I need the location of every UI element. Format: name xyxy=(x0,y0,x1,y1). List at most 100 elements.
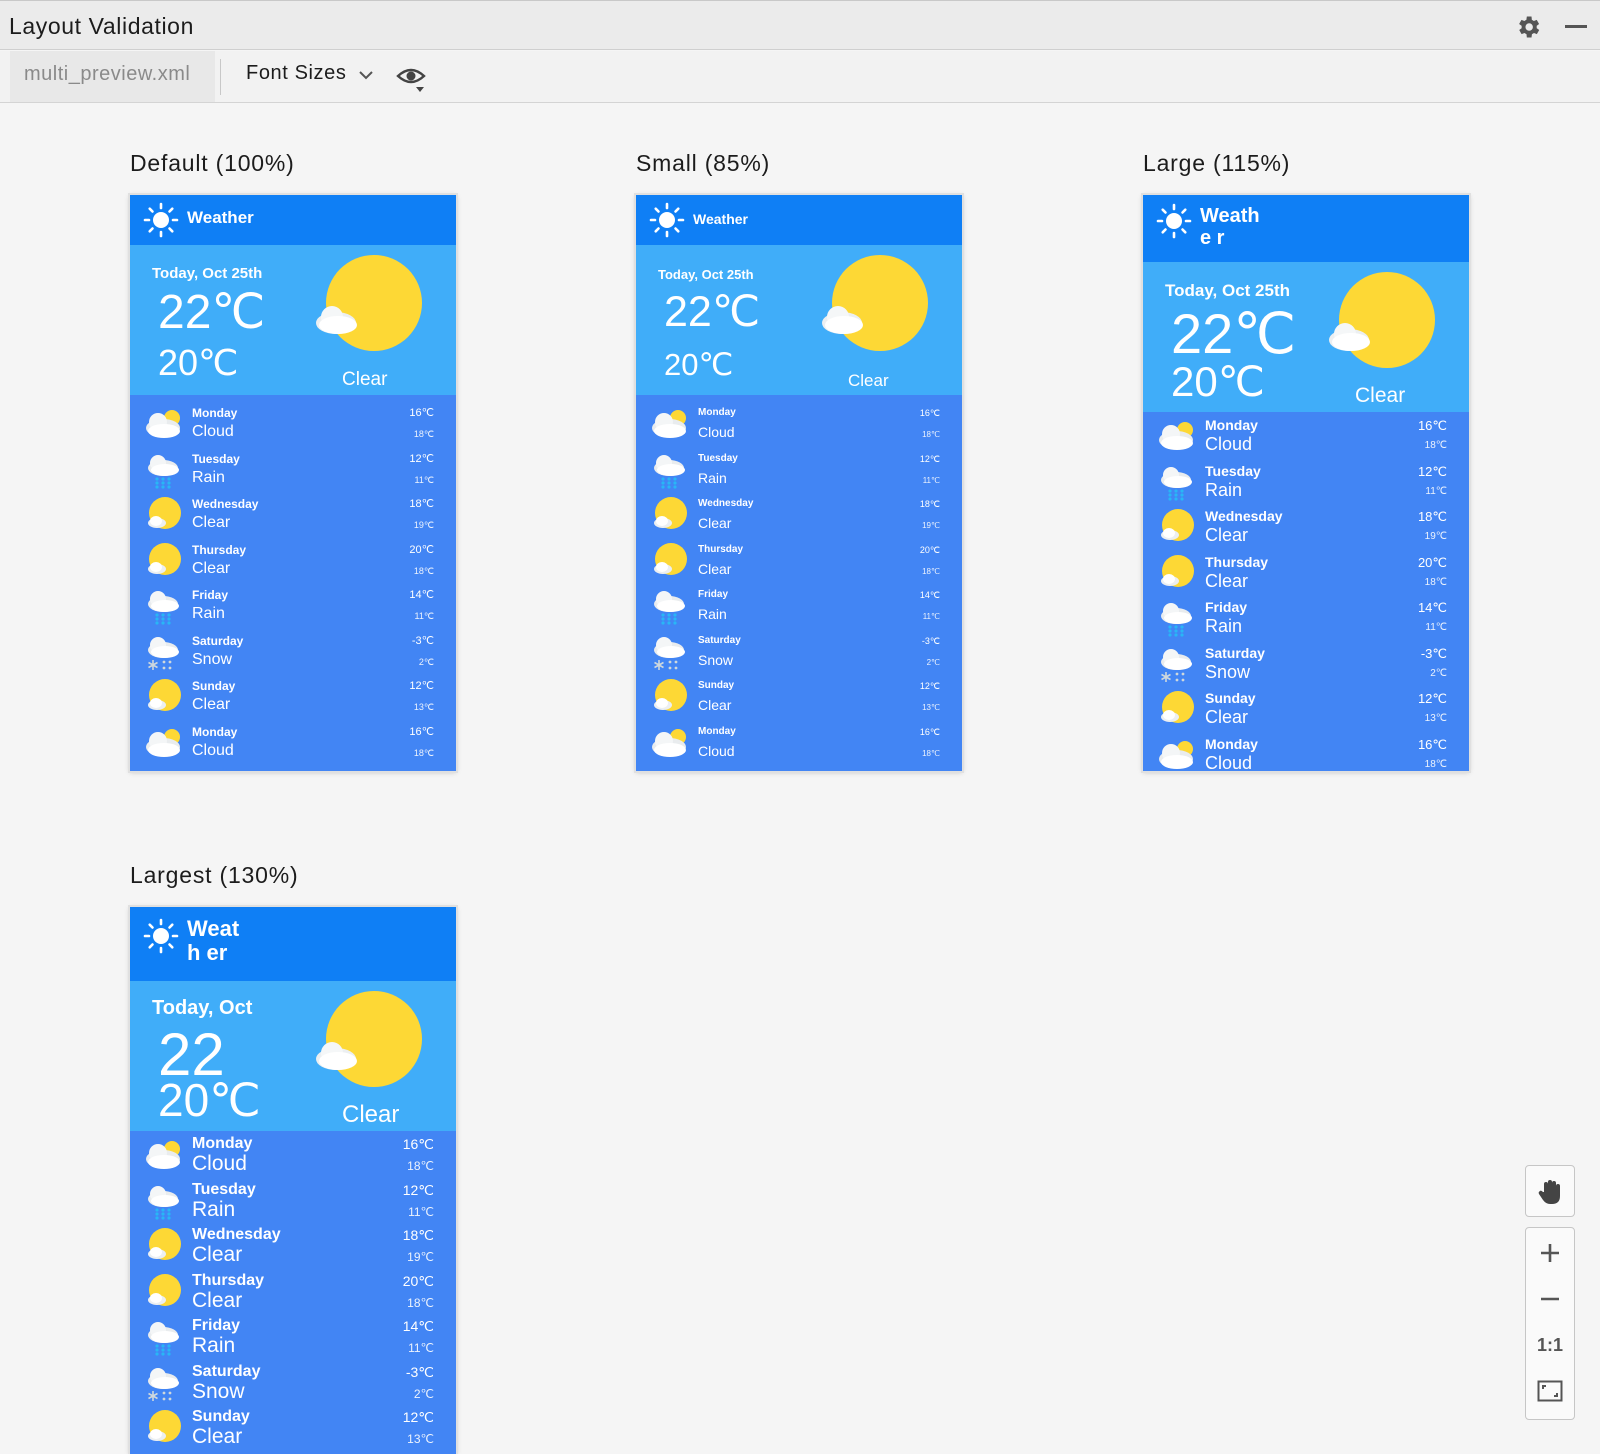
forecast-condition: Rain xyxy=(698,606,727,622)
forecast-day: Thursday xyxy=(698,543,744,555)
forecast-day: Thursday xyxy=(1205,553,1269,570)
forecast-day: Tuesday xyxy=(192,1180,256,1198)
forecast-day: Friday xyxy=(192,1317,241,1334)
zoom-button-group: 1:1 xyxy=(1525,1227,1575,1420)
clear-weather-icon xyxy=(148,679,181,711)
weather-app-preview[interactable]: Weathe r Today, Oct 25th 22℃ 20℃ Clear M… xyxy=(1143,195,1469,771)
forecast-row: Monday Cloud 16℃ 18℃ xyxy=(130,1450,456,1454)
forecast-row: Sunday Clear 12℃ 13℃ xyxy=(636,673,962,719)
forecast-row: Sunday Clear 12℃ 13℃ xyxy=(130,673,456,719)
clear-weather-icon xyxy=(654,497,687,529)
tool-window-title: Layout Validation xyxy=(9,13,194,39)
sun-icon xyxy=(1329,272,1435,368)
forecast-day: Monday xyxy=(1205,735,1258,752)
font-sizes-dropdown[interactable]: Font Sizes xyxy=(246,62,346,85)
today-low-temp: 20℃ xyxy=(158,1074,261,1126)
forecast-row: Monday Cloud 16℃ 18℃ xyxy=(636,400,962,446)
clear-weather-icon xyxy=(148,497,181,529)
forecast-day: Tuesday xyxy=(192,451,240,466)
weather-app-preview[interactable]: Weather Today, Oct 25th 22℃ 20℃ Clear Mo… xyxy=(130,195,456,771)
fit-screen-button[interactable] xyxy=(1526,1368,1574,1414)
weather-app-preview[interactable]: Weath er Today, Oct 22 20℃ Clear Monday … xyxy=(130,907,456,1454)
forecast-low: 18℃ xyxy=(407,1159,434,1173)
forecast-list: Monday Cloud 16℃ 18℃ Tuesday Rain 12℃ 11… xyxy=(636,395,962,771)
sun-icon xyxy=(143,202,179,238)
forecast-high: 18℃ xyxy=(919,499,940,509)
forecast-row: Monday Cloud 16℃ 18℃ xyxy=(636,719,962,765)
forecast-row: Saturday Snow -3℃ 2℃ xyxy=(130,628,456,674)
file-tab[interactable]: multi_preview.xml xyxy=(10,51,215,102)
app-title: Weather xyxy=(693,211,748,227)
today-condition: Clear xyxy=(342,1101,400,1128)
cloud-weather-icon xyxy=(1159,740,1193,769)
forecast-list: Monday Cloud 16℃ 18℃ Tuesday Rain 12℃ 11… xyxy=(1143,412,1469,771)
forecast-condition: Rain xyxy=(192,1197,236,1221)
today-date: Today, Oct 25th xyxy=(1165,281,1291,300)
hand-icon xyxy=(1538,1180,1560,1204)
forecast-row: Thursday Clear 20℃ 18℃ xyxy=(130,537,456,583)
forecast-list: Monday Cloud 16℃ 18℃ Tuesday Rain 12℃ 11… xyxy=(130,395,456,771)
clear-weather-icon xyxy=(1161,691,1194,723)
forecast-condition: Clear xyxy=(698,515,732,531)
cloud-weather-icon xyxy=(652,728,686,757)
eye-icon[interactable] xyxy=(396,63,426,93)
forecast-condition: Rain xyxy=(1205,479,1243,500)
today-date: Today, Oct 25th xyxy=(658,267,754,282)
forecast-low: 11℃ xyxy=(922,612,940,621)
weather-app-preview[interactable]: Weather Today, Oct 25th 22℃ 20℃ Clear Mo… xyxy=(636,195,962,771)
forecast-day: Monday xyxy=(192,724,238,739)
today-low-temp: 20℃ xyxy=(158,342,239,383)
forecast-high: 20℃ xyxy=(409,543,434,556)
clear-weather-icon xyxy=(148,542,181,575)
forecast-high: -3℃ xyxy=(411,634,434,647)
forecast-low: 19℃ xyxy=(922,521,940,530)
forecast-low: 2℃ xyxy=(926,657,940,667)
forecast-high: 20℃ xyxy=(919,544,940,555)
forecast-condition: Clear xyxy=(1205,525,1249,545)
forecast-low: 11℃ xyxy=(408,1341,434,1355)
snow-weather-icon xyxy=(148,1367,179,1401)
minimize-icon[interactable] xyxy=(1565,25,1587,28)
forecast-condition: Snow xyxy=(192,1379,245,1403)
forecast-low: 2℃ xyxy=(418,656,434,667)
forecast-row: Sunday Clear 12℃ 13℃ xyxy=(130,1404,456,1450)
zoom-out-button[interactable] xyxy=(1526,1276,1574,1322)
forecast-day: Sunday xyxy=(698,680,735,691)
forecast-day: Saturday xyxy=(192,1362,261,1380)
forecast-low: 2℃ xyxy=(413,1386,434,1401)
zoom-in-button[interactable] xyxy=(1526,1230,1574,1276)
forecast-day: Wednesday xyxy=(1205,508,1283,524)
forecast-row: Tuesday Rain 12℃ 11℃ xyxy=(1143,458,1469,504)
forecast-day: Monday xyxy=(192,406,238,420)
forecast-list: Monday Cloud 16℃ 18℃ Tuesday Rain 12℃ 11… xyxy=(130,1131,456,1454)
forecast-high: 16℃ xyxy=(919,408,940,418)
forecast-row: Tuesday Rain 12℃ 11℃ xyxy=(130,1177,456,1223)
clear-weather-icon xyxy=(148,1228,181,1260)
app-title: Weathe r xyxy=(1200,205,1260,249)
forecast-high: 18℃ xyxy=(409,498,434,510)
forecast-high: 12℃ xyxy=(1417,463,1447,479)
forecast-high: 16℃ xyxy=(409,725,434,738)
forecast-high: 16℃ xyxy=(402,1136,434,1152)
forecast-low: 19℃ xyxy=(413,520,434,530)
forecast-high: 14℃ xyxy=(1417,600,1447,615)
forecast-row: Saturday Snow -3℃ 2℃ xyxy=(1143,640,1469,686)
forecast-low: 18℃ xyxy=(1424,758,1447,770)
today-high-temp: 22℃ xyxy=(1171,302,1297,365)
chevron-down-icon[interactable] xyxy=(358,69,374,81)
forecast-day: Wednesday xyxy=(192,497,259,511)
app-title: Weath er xyxy=(187,916,240,966)
forecast-low: 11℃ xyxy=(414,474,434,485)
forecast-day: Wednesday xyxy=(698,498,754,509)
actual-size-button[interactable]: 1:1 xyxy=(1526,1322,1574,1368)
forecast-day: Monday xyxy=(698,407,736,418)
rain-weather-icon xyxy=(654,454,685,489)
preview-label: Default (100%) xyxy=(130,150,295,176)
gear-icon[interactable] xyxy=(1514,13,1542,41)
clear-weather-icon xyxy=(654,542,687,575)
rain-weather-icon xyxy=(1161,603,1192,637)
forecast-condition: Rain xyxy=(192,605,225,622)
forecast-day: Saturday xyxy=(1205,644,1265,661)
pan-button[interactable] xyxy=(1525,1165,1575,1217)
forecast-row: Friday Rain 14℃ 11℃ xyxy=(1143,594,1469,640)
